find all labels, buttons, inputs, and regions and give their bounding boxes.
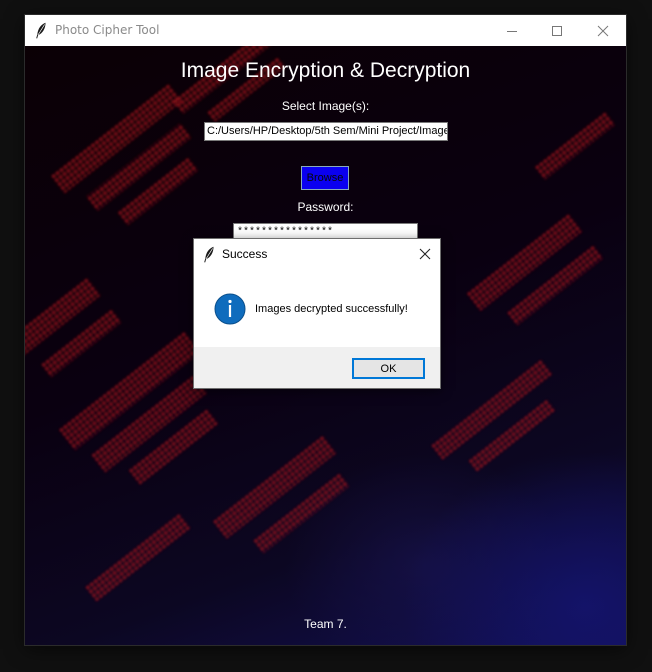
dialog-title: Success [222, 247, 268, 261]
close-icon [419, 248, 431, 260]
success-dialog: Success Images decrypted successfully! O… [193, 238, 441, 389]
feather-icon [204, 246, 214, 263]
footer-credit: Team 7. [304, 617, 347, 631]
dialog-footer: OK [194, 347, 440, 388]
dialog-body: Images decrypted successfully! [194, 269, 440, 347]
window-close-button[interactable] [580, 15, 626, 46]
close-icon [597, 25, 609, 36]
dialog-close-button[interactable] [415, 245, 435, 263]
image-path-input[interactable]: C:/Users/HP/Desktop/5th Sem/Mini Project… [204, 122, 448, 141]
window-titlebar[interactable]: Photo Cipher Tool [25, 15, 626, 46]
minimize-button[interactable] [489, 15, 535, 46]
dialog-message: Images decrypted successfully! [255, 303, 408, 315]
ok-button[interactable]: OK [352, 358, 425, 379]
browse-button[interactable]: Browse [301, 166, 349, 190]
minimize-icon [507, 30, 517, 32]
dialog-titlebar[interactable]: Success [194, 239, 440, 269]
maximize-button[interactable] [534, 15, 580, 46]
window-title: Photo Cipher Tool [55, 23, 160, 37]
maximize-icon [552, 25, 562, 36]
page-title: Image Encryption & Decryption [180, 59, 471, 82]
info-icon [214, 293, 246, 325]
select-images-label: Select Image(s): [281, 99, 370, 113]
password-label: Password: [297, 200, 354, 214]
feather-icon [36, 22, 46, 39]
